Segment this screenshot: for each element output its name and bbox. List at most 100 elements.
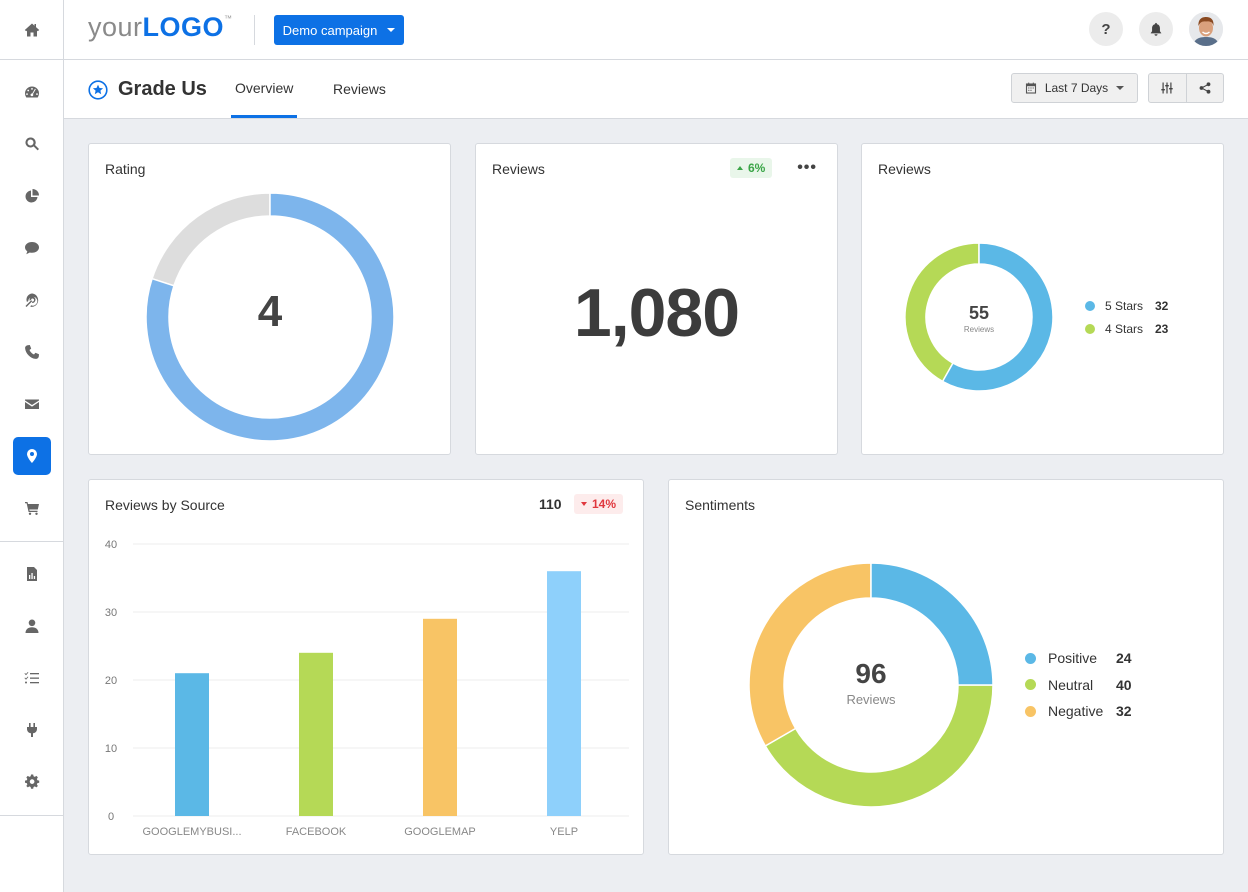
page-title-text: Grade Us <box>118 78 207 100</box>
avatar-image <box>1189 12 1223 46</box>
stars-legend: 5 Stars 32 4 Stars 23 <box>1085 294 1168 340</box>
sidebar-home[interactable] <box>0 0 63 60</box>
search-icon <box>24 137 39 151</box>
sidebar-item-reports[interactable] <box>13 555 51 593</box>
sidebar-item-settings[interactable] <box>13 763 51 801</box>
star-circle-icon <box>88 79 108 100</box>
legend-item: Negative 32 <box>1025 698 1132 725</box>
y-tick-label: 30 <box>105 607 117 619</box>
cart-icon <box>24 502 39 515</box>
x-tick-label: GOOGLEMYBUSI... <box>142 826 241 838</box>
sidebar-item-ecommerce[interactable] <box>13 489 51 527</box>
sentiments-card: Sentiments 96 Reviews Positive 24 Neutra… <box>668 479 1224 855</box>
legend-value: 24 <box>1116 650 1132 667</box>
legend-swatch <box>1085 323 1095 334</box>
legend-value: 23 <box>1155 321 1169 336</box>
sliders-icon <box>1161 82 1173 94</box>
tab-overview[interactable]: Overview <box>231 60 298 118</box>
bar-googlemybusi[interactable] <box>175 673 209 816</box>
sidebar-item-users[interactable] <box>13 607 51 645</box>
task-list-icon <box>24 672 39 684</box>
page-title: Grade Us <box>88 78 207 101</box>
donut-center-label: Reviews <box>846 692 896 707</box>
user-avatar[interactable] <box>1189 12 1223 46</box>
home-icon <box>24 23 39 36</box>
bar-yelp[interactable] <box>547 571 581 816</box>
legend-swatch <box>1025 705 1036 717</box>
donut-center-label: Reviews <box>964 325 994 334</box>
legend-item: Positive 24 <box>1025 645 1132 672</box>
bar-chart: 0 10 20 30 40 GOOGLEMYBUSI... FACEBOOK GOOGLEMA… <box>105 539 629 838</box>
sidebar-item-chat[interactable] <box>13 229 51 267</box>
logo[interactable]: yourLOGO™ <box>88 12 233 43</box>
legend-value: 32 <box>1116 703 1132 720</box>
reviews-by-source-card: Reviews by Source 110 14% 0 10 20 30 40 GOOGL… <box>88 479 644 855</box>
phone-icon <box>24 345 39 359</box>
customize-button[interactable] <box>1149 74 1186 102</box>
rating-card: Rating 4 <box>88 143 451 455</box>
notifications-button[interactable] <box>1139 12 1173 46</box>
sidebar-item-target[interactable] <box>13 281 51 319</box>
tab-reviews[interactable]: Reviews <box>329 60 390 118</box>
sidebar-item-integrations[interactable] <box>13 711 51 749</box>
sidebar-item-dashboard[interactable] <box>13 73 51 111</box>
sentiments-donut-chart: 96 Reviews <box>748 562 994 808</box>
y-tick-label: 0 <box>108 811 114 823</box>
x-tick-label: GOOGLEMAP <box>404 826 476 838</box>
envelope-icon <box>24 399 39 409</box>
sidebar-item-search[interactable] <box>13 125 51 163</box>
x-tick-label: YELP <box>550 826 578 838</box>
date-range-dropdown[interactable]: Last 7 Days <box>1011 73 1138 103</box>
sidebar-item-email[interactable] <box>13 385 51 423</box>
legend-label: Positive <box>1048 650 1098 667</box>
calendar-icon <box>1025 82 1036 94</box>
donut-slice-negative[interactable] <box>748 562 872 748</box>
reviews-stars-card: Reviews 55 Reviews 5 Stars 32 4 Stars 23 <box>861 143 1224 455</box>
change-value: 6% <box>748 161 766 175</box>
sidebar-item-location[interactable] <box>12 437 51 475</box>
plug-icon <box>26 723 37 737</box>
tab-label: Overview <box>235 79 294 96</box>
share-icon <box>1199 82 1211 94</box>
legend-item: Neutral 40 <box>1025 672 1132 699</box>
rating-donut-chart: 4 <box>145 192 395 442</box>
rating-remaining-arc[interactable] <box>151 192 271 287</box>
legend-value: 40 <box>1116 676 1132 693</box>
more-options-button[interactable]: ••• <box>797 160 817 176</box>
legend-item: 4 Stars 23 <box>1085 317 1168 340</box>
reviews-total-value: 1,080 <box>573 275 740 351</box>
toolbar-button-group <box>1148 73 1224 103</box>
donut-slice-positive[interactable] <box>870 562 994 686</box>
legend-swatch <box>1085 300 1095 311</box>
y-tick-label: 10 <box>105 743 117 755</box>
campaign-label: Demo campaign <box>282 22 378 38</box>
legend-swatch <box>1025 652 1036 664</box>
sidebar-divider <box>0 815 63 816</box>
tab-label: Reviews <box>333 81 386 97</box>
sidebar-item-calls[interactable] <box>13 333 51 371</box>
donut-center-value: 96 <box>855 658 886 689</box>
share-button[interactable] <box>1185 74 1224 102</box>
help-button[interactable]: ? <box>1089 12 1123 46</box>
bar-facebook[interactable] <box>299 652 333 816</box>
x-tick-label: FACEBOOK <box>286 826 347 838</box>
sidebar-item-tasks[interactable] <box>13 659 51 697</box>
legend-swatch <box>1025 679 1036 691</box>
map-marker-icon <box>26 449 37 463</box>
logo-trademark: ™ <box>224 14 233 23</box>
campaign-dropdown[interactable]: Demo campaign <box>274 15 404 45</box>
divider <box>254 15 255 45</box>
bar-googlemap[interactable] <box>423 618 457 816</box>
sidebar-item-analytics[interactable] <box>13 177 51 215</box>
legend-label: Neutral <box>1048 676 1094 693</box>
target-icon <box>25 293 38 307</box>
date-range-label: Last 7 Days <box>1044 81 1109 95</box>
reviews-total-card: Reviews 6% ••• 1,080 <box>475 143 838 455</box>
change-badge: 6% <box>730 158 773 178</box>
dashboard-icon <box>24 86 39 98</box>
donut-slice-4-stars[interactable] <box>904 242 980 383</box>
stars-donut-chart: 55 Reviews <box>904 242 1054 392</box>
page-header: Grade Us Overview Reviews Last 7 Days <box>64 60 1248 119</box>
caret-up-icon <box>737 166 743 170</box>
report-icon <box>26 567 37 581</box>
